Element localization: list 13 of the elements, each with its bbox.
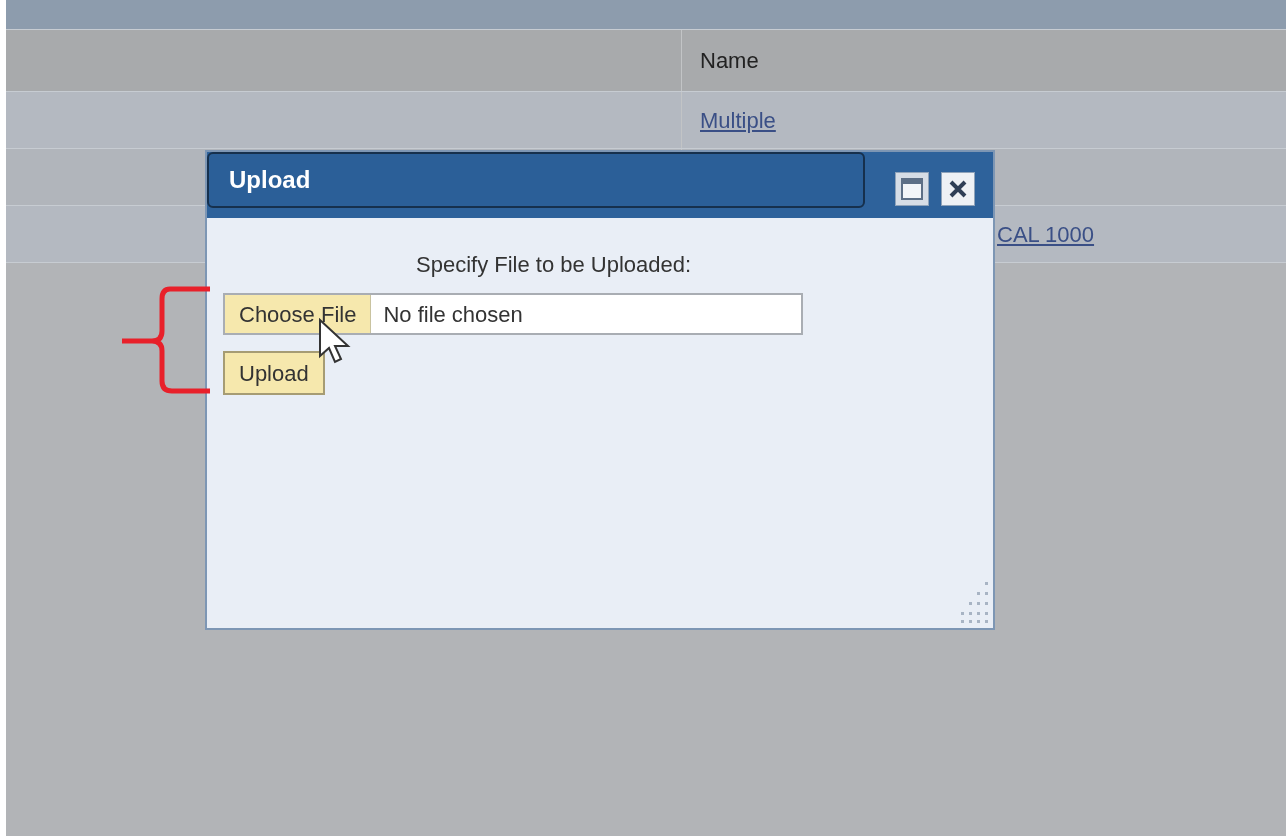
window-icon — [901, 178, 923, 200]
file-status: No file chosen — [383, 300, 523, 329]
maximize-button[interactable] — [895, 172, 929, 206]
column-header: Name — [700, 47, 759, 75]
close-button[interactable] — [941, 172, 975, 206]
name-link[interactable]: CAL 1000 — [997, 217, 1095, 251]
upload-prompt: Specify File to be Uploaded: — [416, 251, 692, 279]
choose-file-button[interactable]: Choose File — [225, 295, 372, 333]
upload-button[interactable]: Upload — [223, 351, 325, 395]
dialog-title: Upload — [229, 165, 311, 195]
file-input[interactable]: Choose File No file chosen — [223, 293, 803, 335]
close-icon — [949, 180, 967, 198]
name-link[interactable]: Multiple — [700, 103, 776, 137]
